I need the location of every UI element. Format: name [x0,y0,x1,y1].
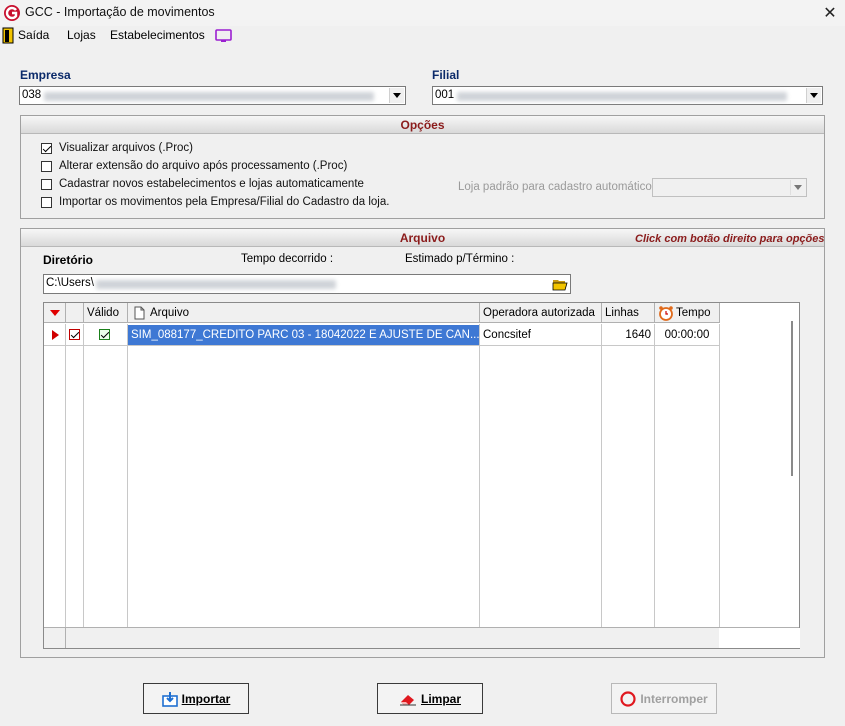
header-file-label: Arquivo [150,307,189,319]
col-divider [479,324,480,627]
vertical-scrollbar[interactable] [791,321,793,476]
directory-input[interactable]: C:\Users\ [43,274,571,294]
header-valid[interactable]: Válido [84,303,128,323]
sort-down-icon [50,310,60,316]
eta-label: Estimado p/Término : [405,253,515,265]
checkbox[interactable] [41,178,52,190]
row-select-checkbox[interactable] [69,329,80,340]
default-store-select[interactable] [652,178,807,197]
option-view-files[interactable]: Visualizar arquivos (.Proc) [41,142,193,154]
sort-header[interactable] [44,303,66,323]
chevron-down-icon[interactable] [806,88,821,103]
col-divider [601,324,602,627]
option-import-by-store[interactable]: Importar os movimentos pela Empresa/Fili… [41,196,389,208]
alarm-clock-icon [659,306,673,321]
empresa-value: 038 [22,89,42,101]
footer-filler [719,628,800,648]
clear-label: Limpar [420,691,461,706]
row-lines-cell[interactable]: 1640 [602,325,654,345]
header-time-label: Tempo [676,307,711,319]
directory-value: C:\Users\ [46,277,94,289]
row-time-cell[interactable]: 00:00:00 [655,325,719,345]
eraser-icon [399,694,416,705]
col-divider [127,324,128,627]
files-grid[interactable]: Válido Arquivo Operadora autorizada Linh… [43,302,800,649]
row-file-cell[interactable]: SIM_088177_CREDITO PARC 03 - 18042022 E … [128,325,479,345]
filial-value: 001 [435,89,455,101]
import-label: Importar [181,691,231,706]
footer-divider [65,628,66,648]
elapsed-label: Tempo decorrido : [241,253,334,265]
header-file[interactable]: Arquivo [128,303,480,323]
checkbox[interactable] [41,160,52,172]
header-time[interactable]: Tempo [655,303,720,323]
col-divider [65,324,66,627]
options-title: Opções [21,116,824,134]
menu-bar: Saída Lojas Estabelecimentos [0,26,845,46]
monitor-icon[interactable] [215,29,232,43]
option-label: Cadastrar novos estabelecimentos e lojas… [59,178,364,190]
header-filler [720,303,799,323]
row-indicator [44,325,65,345]
header-lines[interactable]: Linhas [602,303,655,323]
import-button[interactable]: Importar [143,683,249,714]
close-button[interactable]: ✕ [816,1,844,25]
valid-checkbox [99,329,110,340]
clear-button[interactable]: Limpar [377,683,483,714]
row-operator-cell[interactable]: Concsitef [480,325,601,345]
directory-redacted [96,280,336,289]
app-logo-icon [4,5,20,21]
col-divider [83,324,84,627]
exit-door-icon [2,27,14,44]
checkbox[interactable] [41,196,52,208]
col-divider [654,324,655,627]
stop-button: Interromper [611,683,717,714]
empresa-select[interactable]: 038 [19,86,406,105]
select-header[interactable] [66,303,84,323]
option-label: Importar os movimentos pela Empresa/Fili… [59,196,390,208]
filial-select[interactable]: 001 [432,86,823,105]
option-label: Visualizar arquivos (.Proc) [59,142,194,154]
stop-icon [620,690,636,707]
option-auto-register[interactable]: Cadastrar novos estabelecimentos e lojas… [41,178,364,190]
col-divider [719,324,720,627]
row-select-cell[interactable] [66,325,83,345]
header-operator[interactable]: Operadora autorizada [480,303,602,323]
option-change-extension[interactable]: Alterar extensão do arquivo após process… [41,160,347,172]
stop-label: Interromper [640,691,708,706]
window-title: GCC - Importação de movimentos [25,5,215,19]
empresa-redacted [44,92,374,101]
close-icon: ✕ [823,5,837,22]
row-divider [44,345,720,346]
menu-stores[interactable]: Lojas [67,28,96,42]
file-title-text: Arquivo [399,231,446,245]
menu-exit[interactable]: Saída [18,28,49,42]
import-icon [161,691,178,707]
empresa-label: Empresa [20,68,71,82]
directory-label: Diretório [43,253,94,267]
folder-open-icon[interactable] [552,277,568,291]
current-row-icon [52,330,59,340]
option-label: Alterar extensão do arquivo após process… [59,160,348,172]
row-valid-cell [84,325,127,345]
right-click-hint: Click com botão direito para opções [635,233,825,245]
chevron-down-icon[interactable] [389,88,404,103]
chevron-down-icon[interactable] [790,180,805,195]
menu-establishments[interactable]: Estabelecimentos [110,28,205,42]
document-icon [134,306,145,320]
filial-label: Filial [432,68,460,82]
grid-footer [44,627,800,648]
filial-redacted [457,92,787,101]
checkbox-checked[interactable] [41,142,52,154]
default-store-label: Loja padrão para cadastro automático [458,181,652,193]
